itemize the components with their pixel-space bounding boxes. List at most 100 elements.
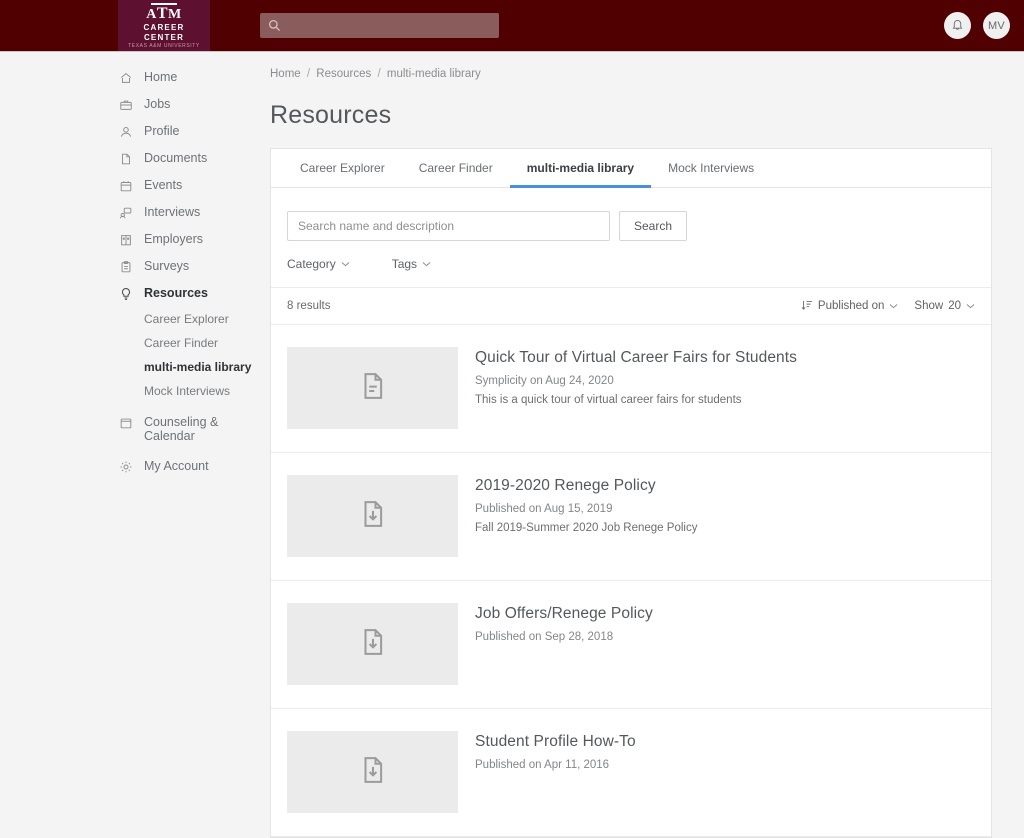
breadcrumb-separator: /: [377, 68, 381, 80]
show-label: Show: [914, 300, 944, 312]
user-icon: [118, 118, 133, 145]
sidebar-item-counseling-calendar[interactable]: Counseling & Calendar: [0, 409, 270, 450]
result-title[interactable]: 2019-2020 Renege Policy: [475, 477, 697, 495]
chevron-down-icon: [889, 302, 898, 311]
sidebar-item-label: Home: [144, 70, 178, 84]
breadcrumb-item-current: multi-media library: [386, 68, 481, 80]
search-icon: [268, 19, 281, 32]
result-description: Fall 2019-Summer 2020 Job Renege Policy: [475, 522, 698, 534]
calendar-icon: [118, 172, 133, 199]
result-thumbnail[interactable]: [287, 347, 458, 429]
gear-icon: [118, 453, 133, 480]
sidebar-subitem-career-explorer[interactable]: Career Explorer: [0, 307, 270, 331]
filter-row: Category Tags: [271, 241, 991, 288]
avatar[interactable]: MV: [983, 12, 1010, 39]
sidebar-item-label: Employers: [144, 232, 204, 246]
home-icon: [118, 64, 133, 91]
global-search-input[interactable]: [260, 13, 499, 38]
search-input[interactable]: [287, 211, 610, 241]
search-button[interactable]: Search: [619, 211, 688, 241]
app-header: ATM CAREER CENTER TEXAS A&M UNIVERSITY M…: [0, 0, 1024, 52]
sidebar-item-label: Resources: [144, 286, 208, 300]
result-body: Job Offers/Renege Policy Published on Se…: [475, 603, 653, 685]
sidebar-item-label: Documents: [144, 151, 208, 165]
breadcrumb-separator: /: [306, 68, 311, 80]
file-text-icon: [358, 371, 388, 406]
logo-subtext: TEXAS A&M UNIVERSITY: [128, 43, 200, 49]
resources-card: Career Explorer Career Finder multi-medi…: [270, 148, 992, 838]
sidebar-subitem-mock-interviews[interactable]: Mock Interviews: [0, 379, 270, 403]
lightbulb-icon: [118, 280, 133, 307]
list-item[interactable]: 2019-2020 Renege Policy Published on Aug…: [271, 453, 991, 581]
briefcase-icon: [118, 91, 133, 118]
list-item[interactable]: Student Profile How-To Published on Apr …: [271, 709, 991, 837]
sidebar-item-resources[interactable]: Resources: [0, 280, 270, 307]
filter-tags[interactable]: Tags: [392, 257, 431, 271]
results-bar: 8 results Published on Show 20: [271, 288, 991, 325]
filter-category[interactable]: Category: [287, 257, 350, 271]
tab-mock-interviews[interactable]: Mock Interviews: [651, 149, 771, 187]
calendar-outline-icon: [118, 409, 133, 429]
list-item[interactable]: Quick Tour of Virtual Career Fairs for S…: [271, 325, 991, 453]
page-layout: Home Jobs Profile Documents Events Inter…: [0, 52, 1024, 838]
sort-descending-icon: [801, 299, 813, 314]
result-meta: Published on Sep 28, 2018: [475, 631, 614, 643]
results-count: 8 results: [287, 300, 331, 312]
result-title[interactable]: Quick Tour of Virtual Career Fairs for S…: [475, 349, 797, 367]
tab-multi-media-library[interactable]: multi-media library: [509, 149, 652, 188]
texas-am-logo[interactable]: ATM CAREER CENTER TEXAS A&M UNIVERSITY: [118, 0, 210, 51]
breadcrumb-item-resources[interactable]: Resources: [316, 68, 371, 80]
chevron-down-icon: [422, 260, 431, 269]
file-download-icon: [358, 755, 388, 790]
result-title[interactable]: Job Offers/Renege Policy: [475, 605, 653, 623]
result-title[interactable]: Student Profile How-To: [475, 733, 636, 751]
filter-label: Category: [287, 257, 336, 271]
sort-control[interactable]: Published on: [801, 299, 899, 314]
result-meta: Symplicity on Aug 24, 2020: [475, 375, 614, 387]
sort-label: Published on: [817, 300, 885, 312]
search-row: Search: [271, 188, 991, 241]
result-thumbnail[interactable]: [287, 731, 458, 813]
show-control[interactable]: Show 20: [914, 300, 975, 312]
sidebar-item-surveys[interactable]: Surveys: [0, 253, 270, 280]
sidebar-item-label: Surveys: [144, 259, 190, 273]
tab-career-finder[interactable]: Career Finder: [402, 149, 510, 187]
header-actions: MV: [944, 0, 1010, 51]
sidebar-item-my-account[interactable]: My Account: [0, 453, 270, 480]
breadcrumb-item-home[interactable]: Home: [270, 68, 301, 80]
logo-line-1: CAREER: [143, 23, 185, 32]
sidebar-item-home[interactable]: Home: [0, 64, 270, 91]
tab-career-explorer[interactable]: Career Explorer: [283, 149, 402, 187]
result-meta: Published on Aug 15, 2019: [475, 503, 613, 515]
sidebar-subitem-career-finder[interactable]: Career Finder: [0, 331, 270, 355]
notifications-button[interactable]: [944, 12, 971, 39]
sidebar-item-employers[interactable]: Employers: [0, 226, 270, 253]
logo-line-2: CENTER: [143, 33, 185, 42]
sidebar-item-label: Counseling & Calendar: [144, 415, 219, 443]
sidebar-item-events[interactable]: Events: [0, 172, 270, 199]
chevron-down-icon: [966, 302, 975, 311]
interview-icon: [118, 199, 133, 226]
filter-label: Tags: [391, 257, 418, 271]
sidebar: Home Jobs Profile Documents Events Inter…: [0, 52, 270, 744]
sidebar-item-label: Events: [144, 178, 183, 192]
result-thumbnail[interactable]: [287, 603, 458, 685]
list-item[interactable]: Job Offers/Renege Policy Published on Se…: [271, 581, 991, 709]
result-meta: Published on Apr 11, 2016: [475, 759, 610, 771]
page-title: Resources: [270, 101, 392, 129]
sidebar-item-interviews[interactable]: Interviews: [0, 199, 270, 226]
main-content: Home / Resources / multi-media library R…: [270, 52, 1024, 838]
sidebar-item-documents[interactable]: Documents: [0, 145, 270, 172]
sidebar-subitem-multi-media-library[interactable]: multi-media library: [0, 355, 270, 379]
file-download-icon: [358, 499, 388, 534]
result-body: 2019-2020 Renege Policy Published on Aug…: [475, 475, 697, 557]
result-body: Quick Tour of Virtual Career Fairs for S…: [475, 347, 797, 429]
clipboard-icon: [118, 253, 133, 280]
show-value: 20: [948, 300, 961, 312]
sidebar-item-jobs[interactable]: Jobs: [0, 91, 270, 118]
sidebar-item-label: My Account: [144, 459, 209, 473]
sidebar-item-profile[interactable]: Profile: [0, 118, 270, 145]
sidebar-item-label: Jobs: [144, 97, 171, 111]
building-icon: [118, 226, 133, 253]
result-thumbnail[interactable]: [287, 475, 458, 557]
